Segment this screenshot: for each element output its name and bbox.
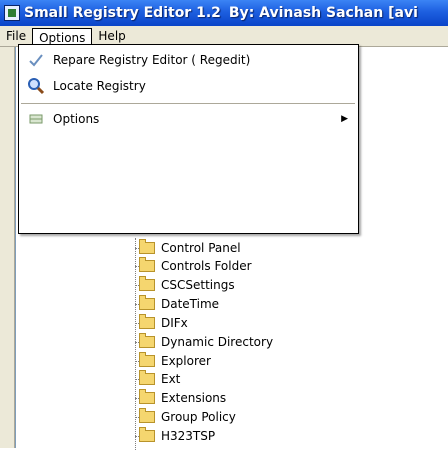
menu-help[interactable]: Help [92,28,131,44]
tree-item[interactable]: DIFx [135,314,188,332]
tree-item-label: Explorer [161,354,211,368]
folder-icon [139,352,155,367]
folder-icon [139,257,155,272]
tree-item-label: Ext [161,372,181,386]
tree-item[interactable]: Extensions [135,389,227,407]
options-dropdown-menu: Repare Registry Editor ( Regedit) Locate… [18,44,359,234]
folder-icon [139,276,155,291]
tree-item[interactable]: CSCSettings [135,276,235,294]
folder-icon [139,370,155,385]
tree-item[interactable]: H323TSP [135,427,216,445]
tree-item-label: DIFx [161,316,188,330]
folder-icon [139,427,155,442]
folder-icon [139,333,155,348]
menu-separator [21,103,355,104]
menu-item-options[interactable]: Options ▶ [19,107,358,131]
folder-icon [139,389,155,404]
tree-item[interactable]: DateTime [135,295,220,313]
menu-file[interactable]: File [0,28,32,44]
tree-item-label: Control Panel [161,241,241,255]
menu-item-label: Repare Registry Editor ( Regedit) [53,53,251,67]
menu-item-label: Options [53,112,100,126]
window-title: Small Registry Editor 1.2 [24,5,221,21]
tree-item[interactable]: Control Panel [135,239,241,257]
folder-icon [139,295,155,310]
tree-item-label: Extensions [161,391,227,405]
tree-item[interactable]: Group Policy [135,408,236,426]
check-icon [29,54,43,67]
tree-item[interactable]: Controls Folder [135,257,252,275]
tree-item[interactable]: Ext [135,370,181,388]
window-title-author: By: Avinash Sachan [avi [228,5,418,21]
tree-item-label: Controls Folder [161,259,252,273]
menu-item-repair-regedit[interactable]: Repare Registry Editor ( Regedit) [19,48,358,72]
app-icon [4,5,20,21]
tree-item-label: CSCSettings [161,278,235,292]
magnifier-icon [28,78,45,95]
tree-item[interactable]: Dynamic Directory [135,333,274,351]
tree-item[interactable]: Explorer [135,352,211,370]
tree-item-label: H323TSP [161,429,216,443]
folder-icon [139,239,155,254]
tree-item-label: Group Policy [161,410,236,424]
folder-icon [139,408,155,423]
left-pane [0,47,15,448]
menu-item-label: Locate Registry [53,79,146,93]
tree-item-label: DateTime [161,297,220,311]
menu-item-locate-registry[interactable]: Locate Registry [19,74,358,98]
options-icon [29,114,43,124]
folder-icon [139,314,155,329]
tree-item-label: Dynamic Directory [161,335,274,349]
tree-connector-line [135,238,137,450]
title-bar: Small Registry Editor 1.2 By: Avinash Sa… [0,0,448,26]
submenu-arrow-icon: ▶ [341,114,348,124]
